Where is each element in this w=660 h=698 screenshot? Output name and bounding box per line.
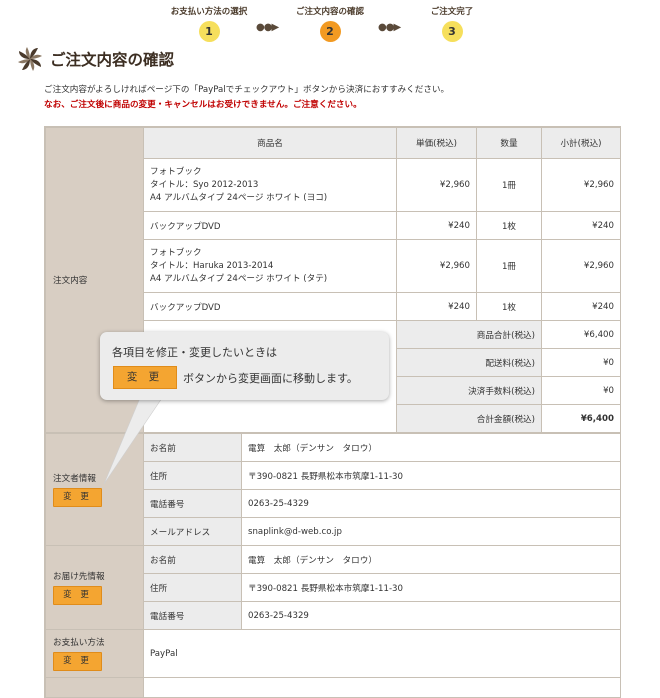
step-2: ご注文内容の確認 2 — [265, 0, 395, 42]
field-label: お名前 — [143, 545, 242, 574]
delivery-name: 電算 太郎（デンサン タロウ） — [241, 545, 621, 574]
grand-total-label: 合計金額(税込) — [396, 404, 542, 433]
page-heading: ご注文内容の確認 — [16, 44, 174, 74]
step-1-number: 1 — [198, 21, 220, 42]
next-section-label — [45, 677, 144, 698]
item-subtotal: ¥2,960 — [541, 158, 621, 212]
delivery-address: 〒390-0821 長野県松本市筑摩1-11-30 — [241, 573, 621, 602]
item-name: フォトブック — [150, 247, 202, 258]
cancel-warning: なお、ご注文後に商品の変更・キャンセルはお受けできません。ご注意ください。 — [44, 100, 362, 110]
next-row — [143, 677, 621, 698]
item-qty: 1冊 — [476, 158, 542, 212]
item-subtotal: ¥240 — [541, 292, 621, 321]
step-1: お支払い方法の選択 1 — [144, 0, 274, 42]
callout-text-1: 各項目を修正・変更したいときは — [112, 346, 277, 359]
intro-text: ご注文内容がよろしければページ下の「PayPalでチェックアウト」ボタンから決済… — [44, 83, 449, 113]
item-title: タイトル：Syo 2012-2013 — [150, 179, 259, 190]
pinwheel-logo-icon — [18, 47, 42, 71]
item-price: ¥240 — [396, 211, 477, 240]
item-spec: A4 アルバムタイプ 24ページ ホワイト (タテ) — [150, 273, 328, 284]
total-label: 配送料(税込) — [396, 348, 542, 377]
total-label: 決済手数料(税込) — [396, 376, 542, 405]
item-name: バックアップDVD — [143, 211, 397, 240]
callout-text-2: ボタンから変更画面に移動します。 — [183, 372, 358, 385]
item-qty: 1枚 — [476, 211, 542, 240]
field-label: メールアドレス — [143, 517, 242, 546]
orderer-email: snaplink@d-web.co.jp — [241, 517, 621, 546]
item-price: ¥240 — [396, 292, 477, 321]
item-qty: 1冊 — [476, 239, 542, 293]
totals-spacer — [143, 404, 397, 433]
step-3-label: ご注文完了 — [430, 7, 474, 17]
item-name: バックアップDVD — [143, 292, 397, 321]
grand-total-value: ¥6,400 — [541, 404, 621, 433]
edit-orderer-button[interactable]: 変 更 — [53, 488, 102, 507]
delivery-phone: 0263-25-4329 — [241, 601, 621, 630]
total-value: ¥0 — [541, 348, 621, 377]
callout-edit-button-sample: 変 更 — [113, 366, 177, 389]
edit-help-callout: 各項目を修正・変更したいときは 変 更 ボタンから変更画面に移動します。 — [100, 332, 389, 400]
step-2-label: ご注文内容の確認 — [295, 7, 364, 17]
item-subtotal: ¥240 — [541, 211, 621, 240]
total-value: ¥6,400 — [541, 320, 621, 349]
orderer-address: 〒390-0821 長野県松本市筑摩1-11-30 — [241, 461, 621, 490]
step-3-number: 3 — [441, 21, 463, 42]
callout-pointer — [103, 398, 163, 485]
item-spec: A4 アルバムタイプ 24ページ ホワイト (ヨコ) — [150, 192, 328, 203]
delivery-section-label: お届け先情報 — [53, 572, 105, 582]
edit-payment-button[interactable]: 変 更 — [53, 652, 102, 671]
field-label: 住所 — [143, 573, 242, 602]
edit-delivery-button[interactable]: 変 更 — [53, 586, 102, 605]
orderer-name: 電算 太郎（デンサン タロウ） — [241, 433, 621, 462]
item-name: フォトブック — [150, 166, 202, 177]
step-2-number: 2 — [319, 21, 341, 42]
item-qty: 1枚 — [476, 292, 542, 321]
payment-method: PayPal — [143, 629, 621, 678]
step-3: ご注文完了 3 — [387, 0, 517, 42]
col-header-qty: 数量 — [476, 127, 542, 159]
item-price: ¥2,960 — [396, 239, 477, 293]
item-title: タイトル：Haruka 2013-2014 — [150, 260, 274, 271]
total-value: ¥0 — [541, 376, 621, 405]
payment-section-label: お支払い方法 — [53, 638, 105, 648]
intro-line: ご注文内容がよろしければページ下の「PayPalでチェックアウト」ボタンから決済… — [44, 85, 450, 95]
col-header-subtotal: 小計(税込) — [541, 127, 621, 159]
payment-section: お支払い方法 変 更 — [45, 629, 144, 678]
field-label: 電話番号 — [143, 601, 242, 630]
col-header-name: 商品名 — [143, 127, 397, 159]
page-title: ご注文内容の確認 — [50, 51, 175, 69]
orderer-phone: 0263-25-4329 — [241, 489, 621, 518]
checkout-steps: お支払い方法の選択 1 ●●▶ ご注文内容の確認 2 ●●▶ ご注文完了 3 — [0, 0, 660, 44]
step-1-label: お支払い方法の選択 — [170, 7, 248, 17]
item-description: フォトブック タイトル：Syo 2012-2013 A4 アルバムタイプ 24ペ… — [143, 158, 397, 212]
col-header-price: 単価(税込) — [396, 127, 477, 159]
item-description: フォトブック タイトル：Haruka 2013-2014 A4 アルバムタイプ … — [143, 239, 397, 293]
total-label: 商品合計(税込) — [396, 320, 542, 349]
field-label: 電話番号 — [143, 489, 242, 518]
delivery-section: お届け先情報 変 更 — [45, 545, 144, 630]
item-price: ¥2,960 — [396, 158, 477, 212]
item-subtotal: ¥2,960 — [541, 239, 621, 293]
